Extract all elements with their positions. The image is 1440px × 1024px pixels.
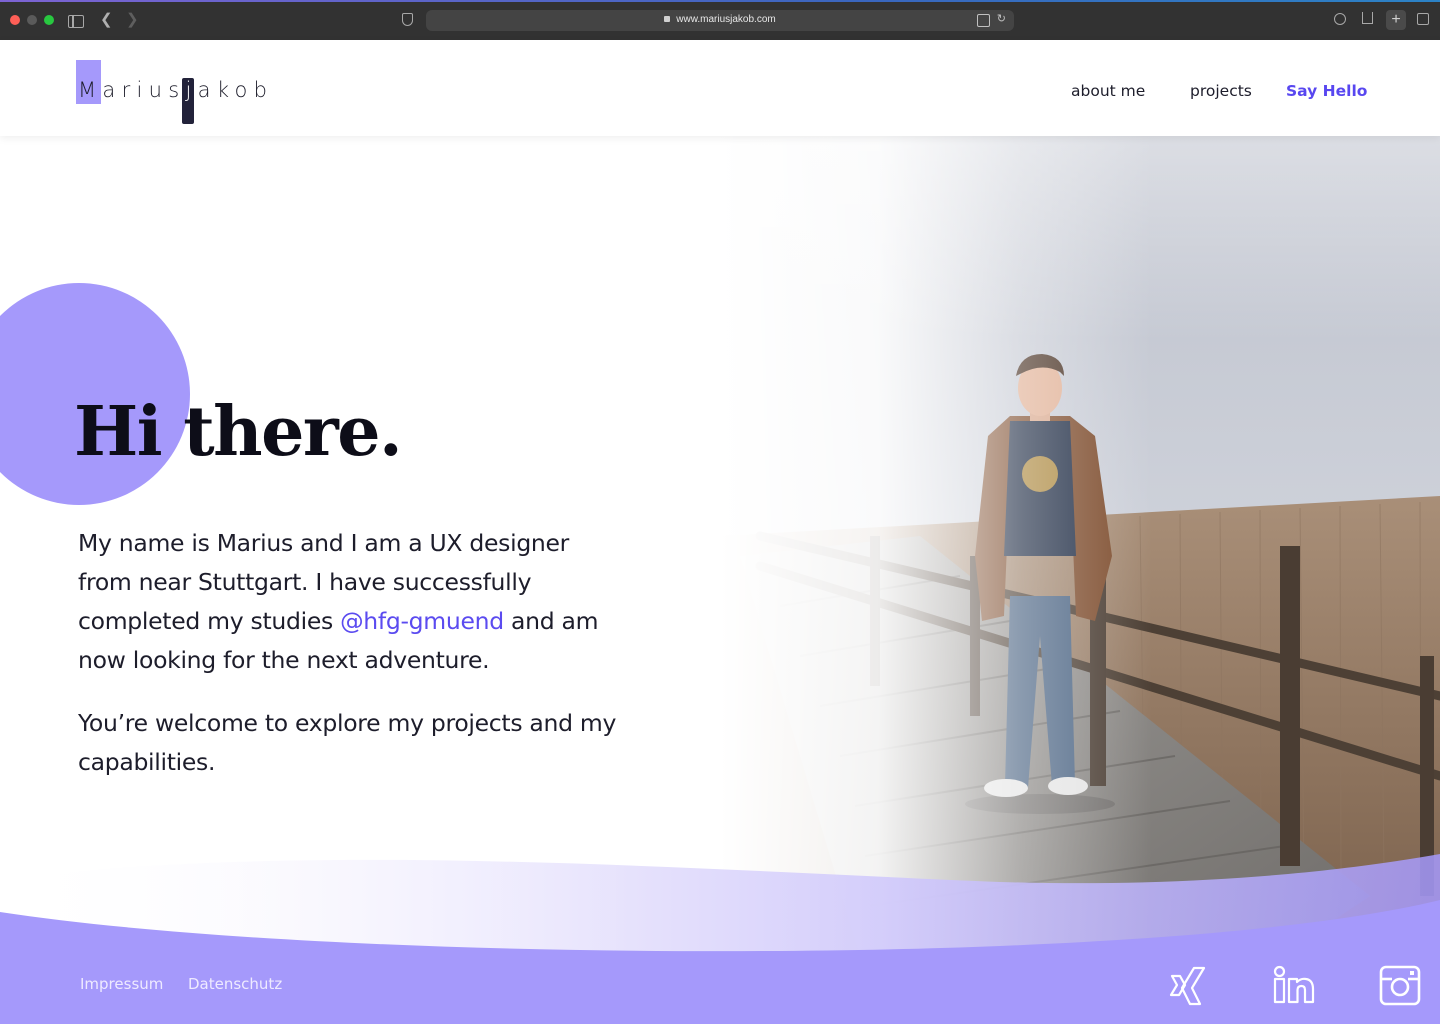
sidebar-icon[interactable] <box>68 15 84 28</box>
privacy-shield-icon[interactable] <box>402 13 413 26</box>
new-tab-button[interactable]: + <box>1386 10 1406 30</box>
share-icon[interactable] <box>1362 12 1373 24</box>
logo-wordmark: Mariusjakob <box>78 78 273 102</box>
xing-icon[interactable] <box>1168 965 1208 1007</box>
logo-last-name: jakob <box>186 78 274 102</box>
tab-overview-icon[interactable] <box>1417 13 1429 25</box>
nav-about-me[interactable]: about me <box>1071 82 1145 100</box>
hero-title: Hi there. <box>74 392 403 472</box>
logo-first-name: Marius <box>78 78 186 102</box>
instagram-icon[interactable] <box>1378 965 1422 1007</box>
back-arrow-icon[interactable]: ❮ <box>100 11 113 29</box>
url-text: www.mariusjakob.com <box>676 14 776 25</box>
site-logo[interactable]: Mariusjakob <box>76 60 286 124</box>
footer-datenschutz-link[interactable]: Datenschutz <box>188 975 282 993</box>
linkedin-icon[interactable] <box>1272 965 1316 1005</box>
minimize-window-button[interactable] <box>27 15 37 25</box>
logo-j-letter: j <box>185 78 198 102</box>
browser-toolbar: ❮ ❯ www.mariusjakob.com ↻ + <box>0 0 1440 40</box>
reload-icon[interactable]: ↻ <box>997 12 1006 25</box>
hero-portrait-photo <box>720 136 1440 956</box>
hfg-gmuend-link[interactable]: @hfg-gmuend <box>340 607 504 635</box>
nav-projects[interactable]: projects <box>1190 82 1252 100</box>
lock-icon <box>664 16 671 22</box>
footer-wave <box>0 854 1440 1024</box>
address-bar[interactable]: www.mariusjakob.com ↻ <box>426 10 1014 31</box>
close-window-button[interactable] <box>10 15 20 25</box>
logo-last-name-rest: akob <box>197 78 274 102</box>
translate-icon[interactable] <box>977 14 990 27</box>
tab-progress-line <box>0 0 1440 2</box>
site-header: Mariusjakob about me projects Say Hello <box>0 40 1440 136</box>
intro-paragraph: My name is Marius and I am a UX designer… <box>78 524 618 680</box>
forward-arrow-icon[interactable]: ❯ <box>126 11 139 29</box>
footer-impressum-link[interactable]: Impressum <box>80 975 163 993</box>
downloads-icon[interactable] <box>1334 13 1346 25</box>
explore-paragraph: You’re welcome to explore my projects an… <box>78 709 617 776</box>
zoom-window-button[interactable] <box>44 15 54 25</box>
nav-say-hello[interactable]: Say Hello <box>1286 82 1367 100</box>
